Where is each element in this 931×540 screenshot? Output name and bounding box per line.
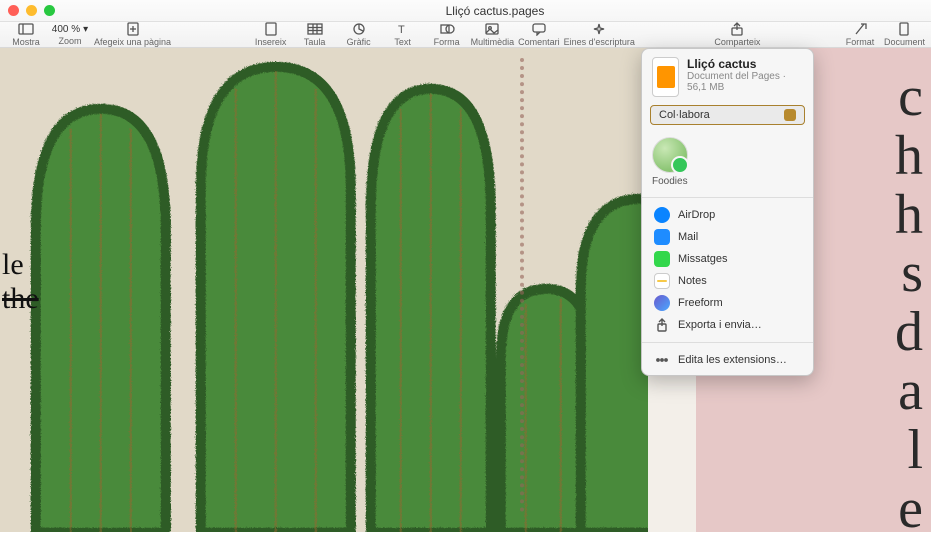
share-export[interactable]: Exporta i envia… — [642, 314, 813, 336]
share-notes[interactable]: Notes — [642, 270, 813, 292]
close-window-button[interactable] — [8, 5, 19, 16]
share-freeform[interactable]: Freeform — [642, 292, 813, 314]
add-page-button[interactable]: Afegeix una pàgina — [94, 22, 171, 47]
chart-icon — [350, 22, 368, 36]
media-icon — [483, 22, 501, 36]
insert-button[interactable]: Insereix — [251, 22, 291, 47]
sparkle-icon — [590, 22, 608, 36]
airdrop-icon — [654, 207, 670, 223]
share-button[interactable]: Comparteix — [714, 22, 760, 47]
minimize-window-button[interactable] — [26, 5, 37, 16]
zoom-dropdown[interactable]: 400 %▾ Zoom — [50, 24, 90, 46]
share-doc-meta: Document del Pages · 56,1 MB — [687, 71, 803, 93]
view-button[interactable]: Mostra — [6, 22, 46, 47]
share-messages[interactable]: Missatges — [642, 248, 813, 270]
freeform-icon — [654, 295, 670, 311]
comment-button[interactable]: Comentari — [518, 22, 560, 47]
share-popover: Lliçó cactus Document del Pages · 56,1 M… — [641, 48, 814, 376]
share-doc-title: Lliçó cactus — [687, 57, 803, 71]
share-icon — [728, 22, 746, 36]
window-controls — [8, 5, 55, 16]
notes-icon — [654, 273, 670, 289]
add-page-icon — [124, 22, 142, 36]
document-icon — [895, 22, 913, 36]
text-icon: T — [394, 22, 412, 36]
share-suggested-contact[interactable]: Foodies — [642, 131, 813, 195]
document-title: Lliçó cactus.pages — [67, 4, 923, 18]
chevron-updown-icon — [784, 109, 796, 121]
share-destinations-list: AirDrop Mail Missatges Notes Freeform Ex… — [642, 200, 813, 340]
mail-icon — [654, 229, 670, 245]
comment-icon — [530, 22, 548, 36]
document-button[interactable]: Document — [884, 22, 925, 47]
share-edit-extensions[interactable]: Edita les extensions… — [642, 349, 813, 371]
table-icon — [306, 22, 324, 36]
view-icon — [17, 22, 35, 36]
window-titlebar: Lliçó cactus.pages — [0, 0, 931, 22]
avatar — [652, 137, 688, 173]
text-button[interactable]: T Text — [383, 22, 423, 47]
page-content[interactable]: le the — [0, 48, 648, 532]
share-mail[interactable]: Mail — [642, 226, 813, 248]
divider — [642, 342, 813, 343]
margin-guide — [520, 58, 524, 512]
svg-text:T: T — [398, 24, 405, 36]
messages-icon — [654, 251, 670, 267]
writing-tools-button[interactable]: Eines d'escriptura — [564, 22, 635, 47]
divider — [642, 197, 813, 198]
zoom-window-button[interactable] — [44, 5, 55, 16]
shape-icon — [438, 22, 456, 36]
chevron-down-icon: ▾ — [83, 24, 88, 35]
export-icon — [654, 317, 670, 333]
table-button[interactable]: Taula — [295, 22, 335, 47]
toolbar: Mostra 400 %▾ Zoom Afegeix una pàgina In… — [0, 22, 931, 48]
chart-button[interactable]: Gràfic — [339, 22, 379, 47]
share-mode-dropdown[interactable]: Col·labora — [650, 105, 805, 125]
document-icon — [652, 57, 679, 97]
insert-icon — [262, 22, 280, 36]
shape-button[interactable]: Forma — [427, 22, 467, 47]
media-button[interactable]: Multimèdia — [471, 22, 515, 47]
share-popover-header: Lliçó cactus Document del Pages · 56,1 M… — [642, 49, 813, 103]
format-button[interactable]: Format — [840, 22, 880, 47]
handwritten-annotation: le the — [2, 248, 39, 316]
more-icon — [654, 352, 670, 368]
share-airdrop[interactable]: AirDrop — [642, 204, 813, 226]
format-icon — [851, 22, 869, 36]
cactus-illustration — [0, 48, 648, 532]
